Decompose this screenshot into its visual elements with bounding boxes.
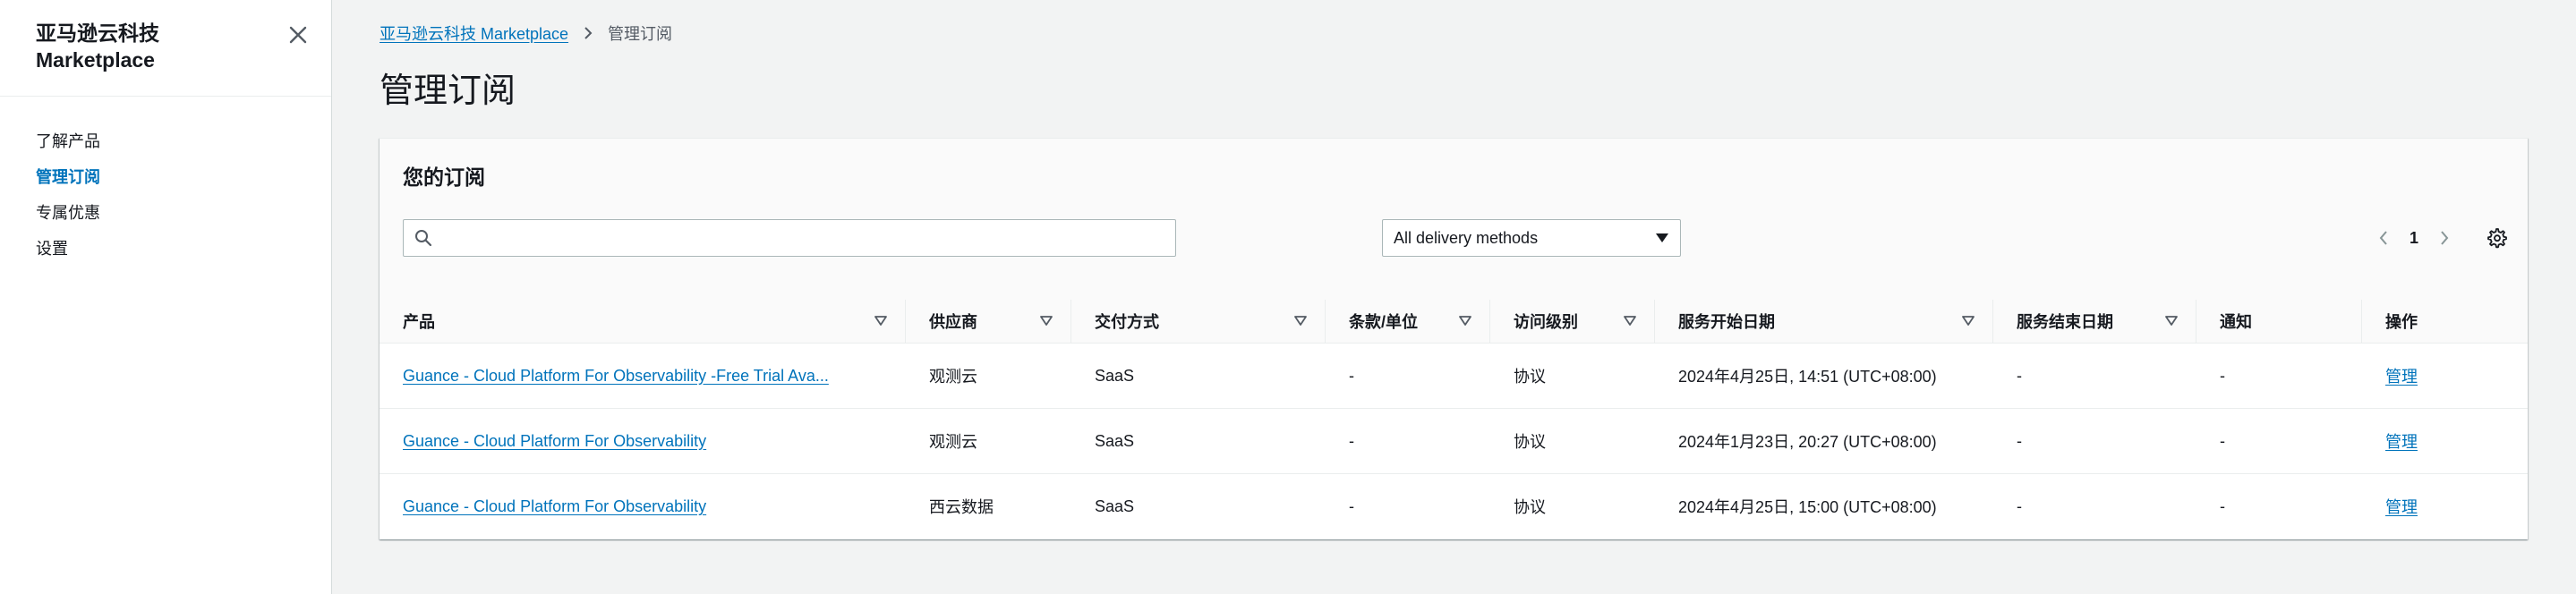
cell-vendor: 观测云	[929, 368, 977, 386]
search-icon	[415, 230, 432, 247]
table-row: Guance - Cloud Platform For Observabilit…	[380, 408, 2528, 474]
cell-end-date: -	[2017, 431, 2022, 450]
sidebar: 亚马逊云科技 Marketplace 了解产品 管理订阅 专属优惠 设置	[0, 0, 332, 594]
column-header-terms[interactable]: 条款/单位	[1326, 300, 1490, 344]
current-page-number[interactable]: 1	[2410, 229, 2418, 248]
cell-notice: -	[2220, 366, 2225, 385]
cell-product: Guance - Cloud Platform For Observabilit…	[380, 344, 906, 409]
sidebar-item-manage-subscriptions[interactable]: 管理订阅	[0, 159, 331, 195]
cell-end-date: -	[2017, 366, 2022, 385]
cell-action: 管理	[2362, 409, 2528, 474]
previous-page-button[interactable]	[2370, 225, 2397, 251]
chevron-right-icon	[2441, 231, 2449, 245]
page-title: 管理订阅	[380, 72, 516, 110]
sort-icon	[2165, 316, 2178, 326]
subscriptions-panel: 您的订阅 All delivery methods 1 产品 供应商 交付方式 …	[380, 138, 2528, 539]
cell-access: 协议	[1514, 433, 1546, 451]
sidebar-title[interactable]: 亚马逊云科技 Marketplace	[36, 20, 251, 73]
column-header-actions: 操作	[2362, 300, 2528, 344]
cell-notice: -	[2220, 496, 2225, 515]
cell-notice: -	[2220, 431, 2225, 450]
cell-end-date: -	[2017, 496, 2022, 515]
table-row: Guance - Cloud Platform For Observabilit…	[380, 343, 2528, 409]
sidebar-title-line2: Marketplace	[36, 48, 155, 72]
cell-terms: -	[1349, 366, 1354, 385]
cell-start-date: 2024年4月25日, 14:51 (UTC+08:00)	[1678, 368, 1937, 386]
cell-access: 协议	[1514, 498, 1546, 517]
column-header-delivery[interactable]: 交付方式	[1071, 300, 1326, 344]
breadcrumb-current: 管理订阅	[608, 25, 673, 43]
cell-action: 管理	[2362, 474, 2528, 539]
close-sidebar-button[interactable]	[285, 21, 311, 48]
column-header-start-date[interactable]: 服务开始日期	[1655, 300, 1993, 344]
column-header-access[interactable]: 访问级别	[1490, 300, 1655, 344]
cell-vendor: 观测云	[929, 433, 977, 451]
sort-icon	[1624, 316, 1636, 326]
sidebar-item-private-offers[interactable]: 专属优惠	[0, 195, 331, 231]
manage-link[interactable]: 管理	[2385, 433, 2418, 451]
delivery-method-select[interactable]: All delivery methods	[1382, 219, 1681, 257]
sidebar-nav: 了解产品 管理订阅 专属优惠 设置	[0, 97, 331, 267]
search-box	[403, 219, 1176, 257]
app-root: 亚马逊云科技 Marketplace 了解产品 管理订阅 专属优惠 设置 亚马逊…	[0, 0, 2576, 594]
chevron-right-icon	[583, 27, 593, 39]
sort-icon	[1962, 316, 1975, 326]
table-row: Guance - Cloud Platform For Observabilit…	[380, 473, 2528, 539]
table-header-row: 产品 供应商 交付方式 条款/单位 访问级别 服务开始日期 服务结束日期 通知 …	[380, 300, 2528, 344]
cell-product: Guance - Cloud Platform For Observabilit…	[380, 474, 906, 539]
panel-title: 您的订阅	[403, 165, 485, 189]
cell-terms: -	[1349, 496, 1354, 515]
main-content: 亚马逊云科技 Marketplace 管理订阅 管理订阅 您的订阅 All de…	[332, 0, 2576, 594]
product-link[interactable]: Guance - Cloud Platform For Observabilit…	[403, 432, 706, 450]
next-page-button[interactable]	[2431, 225, 2458, 251]
cell-vendor: 西云数据	[929, 498, 994, 517]
cell-delivery: SaaS	[1095, 431, 1135, 450]
sort-icon	[874, 316, 887, 326]
cell-start-date: 2024年4月25日, 15:00 (UTC+08:00)	[1678, 498, 1937, 517]
chevron-left-icon	[2379, 231, 2387, 245]
column-header-vendor[interactable]: 供应商	[906, 300, 1071, 344]
sort-icon	[1040, 316, 1053, 326]
column-header-end-date[interactable]: 服务结束日期	[1993, 300, 2196, 344]
cell-terms: -	[1349, 431, 1354, 450]
cell-product: Guance - Cloud Platform For Observabilit…	[380, 409, 906, 474]
breadcrumb: 亚马逊云科技 Marketplace 管理订阅	[380, 0, 2529, 66]
panel-header: 您的订阅 All delivery methods 1	[380, 139, 2528, 300]
preferences-button[interactable]	[2483, 225, 2510, 251]
product-link[interactable]: Guance - Cloud Platform For Observabilit…	[403, 497, 706, 515]
delivery-method-value: All delivery methods	[1394, 228, 1539, 247]
sidebar-item-settings[interactable]: 设置	[0, 231, 331, 267]
cell-delivery: SaaS	[1095, 366, 1135, 385]
product-link[interactable]: Guance - Cloud Platform For Observabilit…	[403, 367, 829, 385]
sidebar-item-discover[interactable]: 了解产品	[0, 123, 331, 159]
breadcrumb-root-link[interactable]: 亚马逊云科技 Marketplace	[380, 21, 568, 45]
sort-icon	[1294, 316, 1307, 326]
column-header-product[interactable]: 产品	[380, 300, 906, 344]
cell-delivery: SaaS	[1095, 496, 1135, 515]
manage-link[interactable]: 管理	[2385, 498, 2418, 516]
sidebar-title-line1: 亚马逊云科技	[36, 21, 159, 45]
sidebar-header: 亚马逊云科技 Marketplace	[0, 0, 331, 97]
cell-access: 协议	[1514, 368, 1546, 386]
close-icon	[289, 26, 307, 44]
pagination: 1	[2370, 219, 2510, 257]
caret-down-icon	[1656, 233, 1668, 242]
search-input[interactable]	[432, 221, 1175, 255]
column-header-notice: 通知	[2196, 300, 2362, 344]
sort-icon	[1459, 316, 1471, 326]
gear-icon	[2487, 228, 2507, 249]
manage-link[interactable]: 管理	[2385, 368, 2418, 386]
cell-action: 管理	[2362, 344, 2528, 409]
subscriptions-table: 产品 供应商 交付方式 条款/单位 访问级别 服务开始日期 服务结束日期 通知 …	[380, 300, 2528, 539]
cell-start-date: 2024年1月23日, 20:27 (UTC+08:00)	[1678, 433, 1937, 451]
